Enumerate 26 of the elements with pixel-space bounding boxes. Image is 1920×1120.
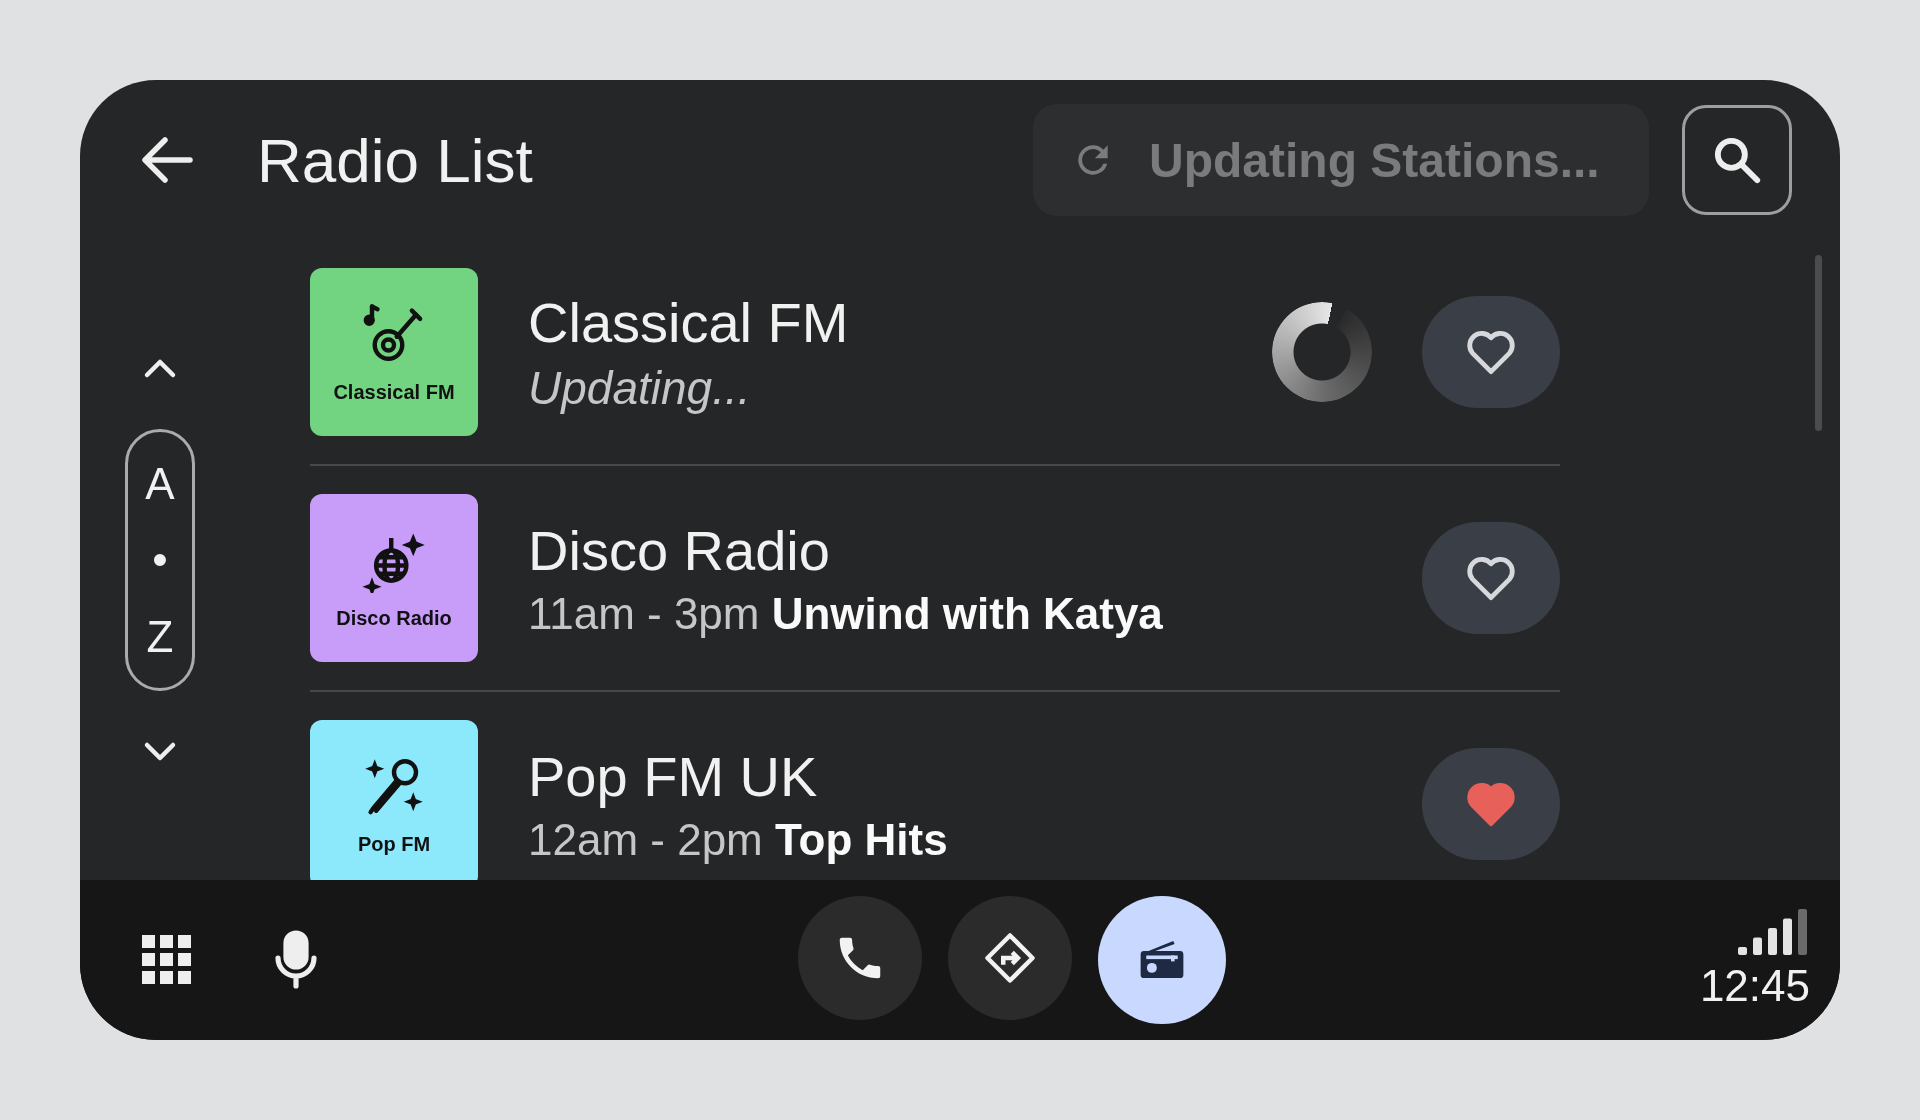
heart-icon xyxy=(1464,780,1518,828)
logo-label: Disco Radio xyxy=(336,606,452,630)
back-arrow-icon xyxy=(140,135,194,185)
clock: 12:45 xyxy=(1699,961,1810,1011)
station-name: Disco Radio xyxy=(528,517,831,583)
microphone-icon xyxy=(274,930,318,990)
index-letter: Z xyxy=(146,611,174,662)
page-title: Radio List xyxy=(257,124,534,196)
station-name: Pop FM UK xyxy=(528,743,819,809)
station-name: Classical FM xyxy=(528,289,850,355)
signal-icon xyxy=(1738,909,1810,955)
index-letter: A xyxy=(145,458,175,509)
status-text: Updating Stations... xyxy=(1149,132,1600,188)
program-info: 11am - 3pm Unwind with Katya xyxy=(528,588,1164,639)
logo-label: Pop FM xyxy=(357,832,431,856)
alphabet-index[interactable]: A • Z xyxy=(125,429,195,691)
directions-icon xyxy=(983,931,1037,985)
heart-icon xyxy=(1464,328,1518,376)
heart-icon xyxy=(1464,554,1518,602)
station-status: Updating... xyxy=(528,360,752,415)
scrollbar[interactable] xyxy=(1815,255,1822,431)
index-letter: • xyxy=(152,535,168,585)
program-info: 12am - 2pm Top Hits xyxy=(528,814,949,865)
logo-label: Classical FM xyxy=(333,380,455,404)
search-button[interactable] xyxy=(1682,105,1792,215)
app-grid-icon xyxy=(142,935,192,985)
